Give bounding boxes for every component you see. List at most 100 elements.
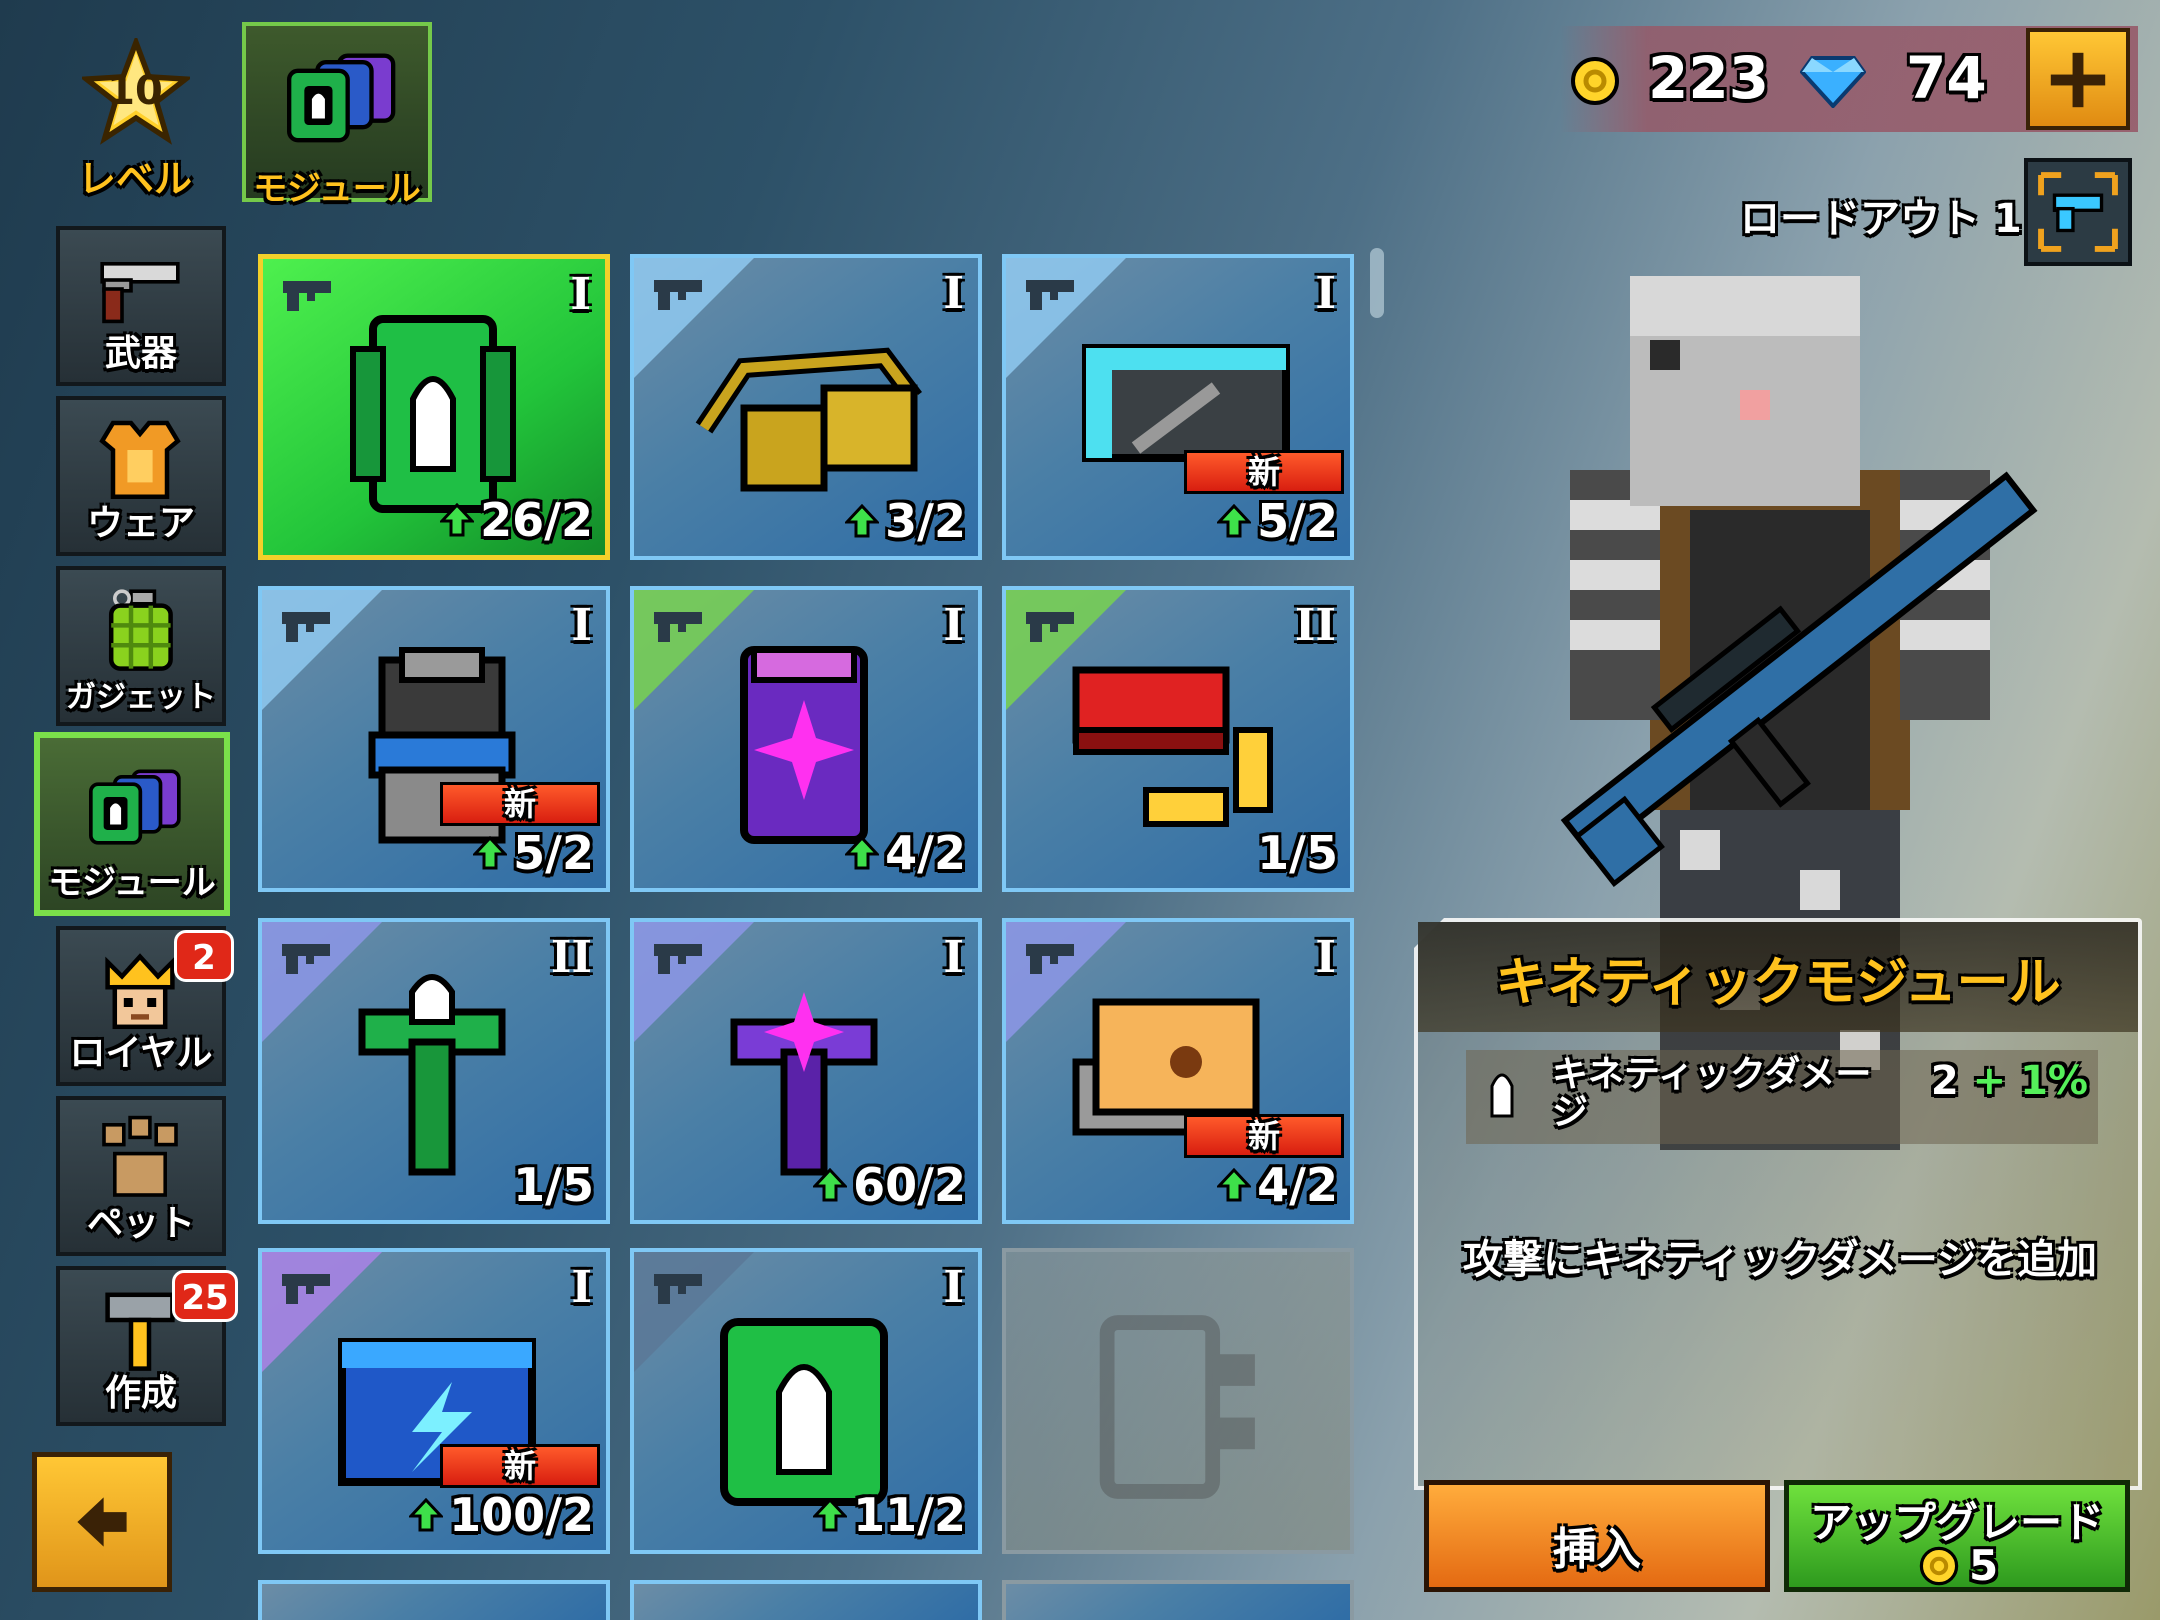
sidebar-item-label: 作成: [104, 1373, 177, 1414]
loadout-gun-icon: [2038, 172, 2118, 252]
module-progress: 1/5: [1257, 826, 1338, 880]
module-card-partial[interactable]: [630, 1580, 982, 1620]
module-rank: I: [1315, 932, 1336, 983]
module-progress: 100/2: [409, 1488, 594, 1542]
module-card[interactable]: I 60/2: [630, 918, 982, 1224]
module-progress-value: 3/2: [885, 494, 966, 548]
stat-base-value: 2: [1930, 1058, 1959, 1104]
back-button[interactable]: [32, 1452, 172, 1592]
level-indicator: 10 レベル: [60, 30, 210, 201]
module-description: 攻撃にキネティックダメージを追加: [1463, 1237, 2097, 1283]
module-progress: 4/2: [845, 826, 966, 880]
module-card[interactable]: I 新 100/2: [258, 1248, 610, 1554]
module-progress: 4/2: [1217, 1158, 1338, 1212]
upgrade-arrow-icon: [1217, 1168, 1252, 1202]
empty-slot-icon: [1099, 1315, 1255, 1499]
module-rank: I: [1315, 268, 1336, 319]
module-progress-value: 5/2: [1257, 494, 1338, 548]
new-tag: 新: [440, 782, 600, 826]
module-progress-value: 26/2: [480, 493, 593, 547]
module-rank: II: [1294, 600, 1336, 651]
module-card[interactable]: I 3/2: [630, 254, 982, 560]
module-title: キネティックモジュール: [1495, 953, 2061, 1013]
module-progress-value: 100/2: [449, 1488, 594, 1542]
module-progress: 3/2: [845, 494, 966, 548]
crown-icon: [105, 953, 175, 1030]
stat-name: キネティックダメージ: [1552, 1054, 1872, 1133]
module-top-tab[interactable]: モジュール: [242, 22, 432, 209]
module-progress: 11/2: [813, 1488, 966, 1542]
sidebar-item-pets[interactable]: ペット: [56, 1096, 226, 1256]
sidebar-item-modules[interactable]: モジュール: [34, 732, 230, 916]
stat-row: キネティックダメージ 2 + 1%: [1466, 1050, 2098, 1144]
module-rank: I: [571, 600, 592, 651]
stat-bonus: + 1%: [1972, 1058, 2088, 1104]
module-art: [720, 1318, 888, 1506]
empty-module-slot[interactable]: [1002, 1248, 1354, 1554]
upgrade-arrow-icon: [1217, 504, 1252, 538]
sidebar-item-weapons[interactable]: 武器: [56, 226, 226, 386]
upgrade-arrow-icon: [845, 836, 880, 870]
module-art: [730, 992, 878, 1176]
module-rank: I: [943, 600, 964, 651]
module-card[interactable]: I 4/2: [630, 586, 982, 892]
pistol-icon: [100, 262, 180, 324]
notification-badge: 25: [172, 1270, 238, 1322]
module-progress: 5/2: [1217, 494, 1338, 548]
upgrade-arrow-icon: [813, 1498, 848, 1532]
sidebar-item-label: ウェア: [86, 503, 195, 544]
module-rank: I: [943, 268, 964, 319]
module-card-partial[interactable]: [1002, 1580, 1354, 1620]
bullet-icon: [1490, 1073, 1514, 1118]
module-progress: 26/2: [440, 493, 593, 547]
sidebar-item-label: ペット: [86, 1203, 195, 1244]
module-card[interactable]: II 1/5: [258, 918, 610, 1224]
module-progress-value: 5/2: [513, 826, 594, 880]
add-currency-button[interactable]: [2026, 28, 2130, 130]
upgrade-arrow-icon: [473, 836, 508, 870]
module-rank: I: [570, 269, 591, 320]
sidebar-item-gadgets[interactable]: ガジェット: [56, 566, 226, 726]
insert-button[interactable]: 挿入: [1424, 1480, 1770, 1592]
paw-icon: [102, 1115, 178, 1197]
sidebar-item-wear[interactable]: ウェア: [56, 396, 226, 556]
grenade-icon: [108, 589, 173, 671]
upgrade-arrow-icon: [845, 504, 880, 538]
armor-icon: [99, 420, 181, 500]
scrollbar[interactable]: [1370, 248, 1384, 318]
sidebar-item-label: 武器: [104, 333, 177, 374]
module-card[interactable]: I 11/2: [630, 1248, 982, 1554]
sidebar-item-label: ロイヤル: [69, 1033, 213, 1074]
stat-value: 2 + 1%: [1931, 1058, 2088, 1104]
notification-badge: 2: [174, 930, 234, 982]
new-tag: 新: [440, 1444, 600, 1488]
module-progress-value: 60/2: [853, 1158, 966, 1212]
coin-count: 223: [1648, 44, 1770, 112]
module-card[interactable]: I 新 4/2: [1002, 918, 1354, 1224]
module-progress: 5/2: [473, 826, 594, 880]
gem-count: 74: [1906, 44, 1987, 112]
module-card[interactable]: I 26/2: [258, 254, 610, 560]
module-progress-value: 11/2: [853, 1488, 966, 1542]
upgrade-button[interactable]: アップグレード 5: [1784, 1480, 2130, 1592]
module-card-partial[interactable]: [258, 1580, 610, 1620]
module-progress-value: 4/2: [1257, 1158, 1338, 1212]
sidebar-item-royale[interactable]: ロイヤル 2: [56, 926, 234, 1086]
loadout-button[interactable]: [2024, 158, 2132, 266]
upgrade-arrow-icon: [409, 1498, 444, 1532]
module-card[interactable]: I 新 5/2: [1002, 254, 1354, 560]
module-rank: I: [943, 1262, 964, 1313]
back-arrow-icon: [77, 1497, 127, 1547]
module-progress-value: 1/5: [1257, 826, 1338, 880]
module-rank: I: [571, 1262, 592, 1313]
module-icon: [89, 769, 181, 845]
module-card[interactable]: I 新 5/2: [258, 586, 610, 892]
sidebar-item-label: モジュール: [48, 863, 216, 903]
level-number: 10: [107, 68, 163, 114]
insert-button-label: 挿入: [1553, 1524, 1641, 1575]
loadout-label: ロードアウト 1: [1740, 196, 2022, 242]
upgrade-cost-value: 5: [1969, 1541, 1999, 1590]
module-card[interactable]: II 1/5: [1002, 586, 1354, 892]
sidebar-item-craft[interactable]: 作成 25: [56, 1266, 238, 1426]
coin-icon: [1919, 1546, 1959, 1585]
